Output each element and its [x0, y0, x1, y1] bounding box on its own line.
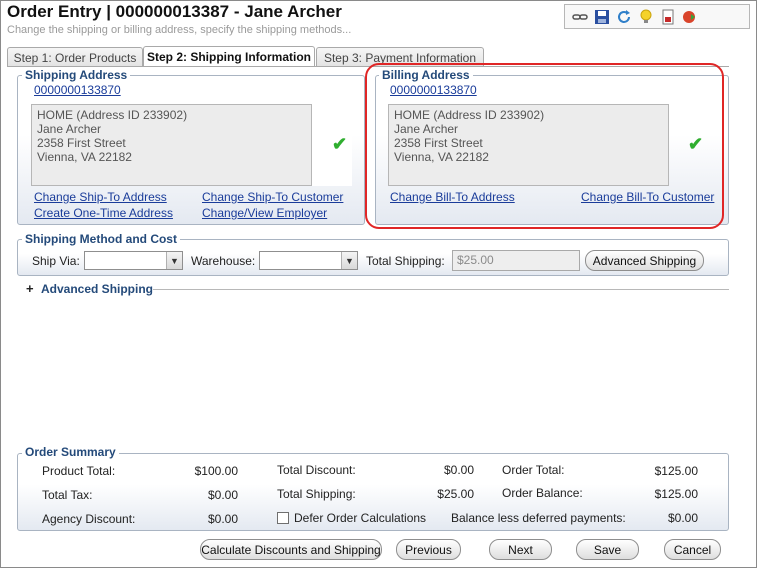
- cancel-button[interactable]: Cancel: [664, 539, 721, 560]
- ship-via-select[interactable]: ▼: [84, 251, 183, 270]
- refresh-icon[interactable]: [615, 8, 633, 26]
- create-one-time-address-link[interactable]: Create One-Time Address: [34, 206, 173, 220]
- save-button[interactable]: Save: [576, 539, 639, 560]
- warehouse-value: [260, 252, 341, 269]
- address-line: Jane Archer: [37, 122, 102, 136]
- balance-less-deferred-label: Balance less deferred payments:: [451, 511, 626, 525]
- shipping-method-legend: Shipping Method and Cost: [22, 232, 180, 246]
- change-view-employer-link[interactable]: Change/View Employer: [202, 206, 327, 220]
- order-balance-label: Order Balance:: [502, 486, 583, 500]
- check-icon: ✔: [332, 134, 348, 154]
- page-subtitle: Change the shipping or billing address, …: [7, 24, 352, 36]
- section-divider: [153, 289, 729, 290]
- total-shipping-summary-label: Total Shipping:: [277, 487, 356, 501]
- advanced-shipping-button[interactable]: Advanced Shipping: [585, 250, 704, 271]
- calculate-discounts-button[interactable]: Calculate Discounts and Shipping: [200, 539, 382, 560]
- address-line: 2358 First Street: [37, 136, 126, 150]
- defer-order-calculations-label[interactable]: Defer Order Calculations: [294, 511, 426, 525]
- ship-via-label: Ship Via:: [32, 254, 80, 268]
- total-tax-value: $0.00: [207, 488, 238, 502]
- previous-button[interactable]: Previous: [396, 539, 461, 560]
- warehouse-select[interactable]: ▼: [259, 251, 358, 270]
- balance-less-deferred-value: $0.00: [667, 511, 698, 525]
- change-ship-to-customer-link[interactable]: Change Ship-To Customer: [202, 190, 343, 204]
- defer-order-calculations-checkbox[interactable]: [277, 512, 289, 524]
- address-line: Vienna, VA 22182: [37, 150, 132, 164]
- total-tax-label: Total Tax:: [42, 488, 93, 502]
- cancel-icon[interactable]: [681, 8, 699, 26]
- shipping-address-box[interactable]: HOME (Address ID 233902) Jane Archer 235…: [31, 104, 312, 186]
- report-icon[interactable]: [659, 8, 677, 26]
- shipping-customer-link[interactable]: 000000013387: [34, 83, 114, 97]
- link-icon[interactable]: [571, 8, 589, 26]
- next-button[interactable]: Next: [489, 539, 552, 560]
- total-shipping-label: Total Shipping:: [366, 254, 445, 268]
- total-shipping-field[interactable]: $25.00: [452, 250, 580, 271]
- page-title: Order Entry | 000000013387 - Jane Archer: [7, 2, 342, 21]
- advanced-shipping-section-label[interactable]: Advanced Shipping: [41, 282, 154, 296]
- tab-order-products[interactable]: Step 1: Order Products: [7, 47, 143, 67]
- ship-via-value: [85, 252, 166, 269]
- lightbulb-icon[interactable]: [637, 8, 655, 26]
- order-total-label: Order Total:: [502, 463, 565, 477]
- change-ship-to-address-link[interactable]: Change Ship-To Address: [34, 190, 167, 204]
- shipping-index-link[interactable]: 0: [114, 83, 121, 97]
- save-icon[interactable]: [593, 8, 611, 26]
- order-summary-legend: Order Summary: [22, 445, 119, 459]
- expand-icon[interactable]: +: [26, 281, 34, 296]
- order-balance-value: $125.00: [654, 487, 698, 501]
- tab-shipping-information[interactable]: Step 2: Shipping Information: [143, 46, 315, 67]
- dropdown-arrow-icon[interactable]: ▼: [341, 252, 357, 269]
- shipping-address-legend: Shipping Address: [22, 68, 131, 82]
- product-total-value: $100.00: [194, 464, 238, 478]
- order-total-value: $125.00: [654, 464, 698, 478]
- agency-discount-value: $0.00: [207, 512, 238, 526]
- billing-highlight-outline: [365, 63, 724, 229]
- total-discount-value: $0.00: [443, 463, 474, 477]
- dropdown-arrow-icon[interactable]: ▼: [166, 252, 182, 269]
- warehouse-label: Warehouse:: [191, 254, 256, 268]
- toolbar: [564, 4, 750, 29]
- agency-discount-label: Agency Discount:: [42, 512, 136, 526]
- address-line: HOME (Address ID 233902): [37, 108, 188, 122]
- total-discount-label: Total Discount:: [277, 463, 356, 477]
- product-total-label: Product Total:: [42, 464, 116, 478]
- total-shipping-summary-value: $25.00: [437, 487, 474, 501]
